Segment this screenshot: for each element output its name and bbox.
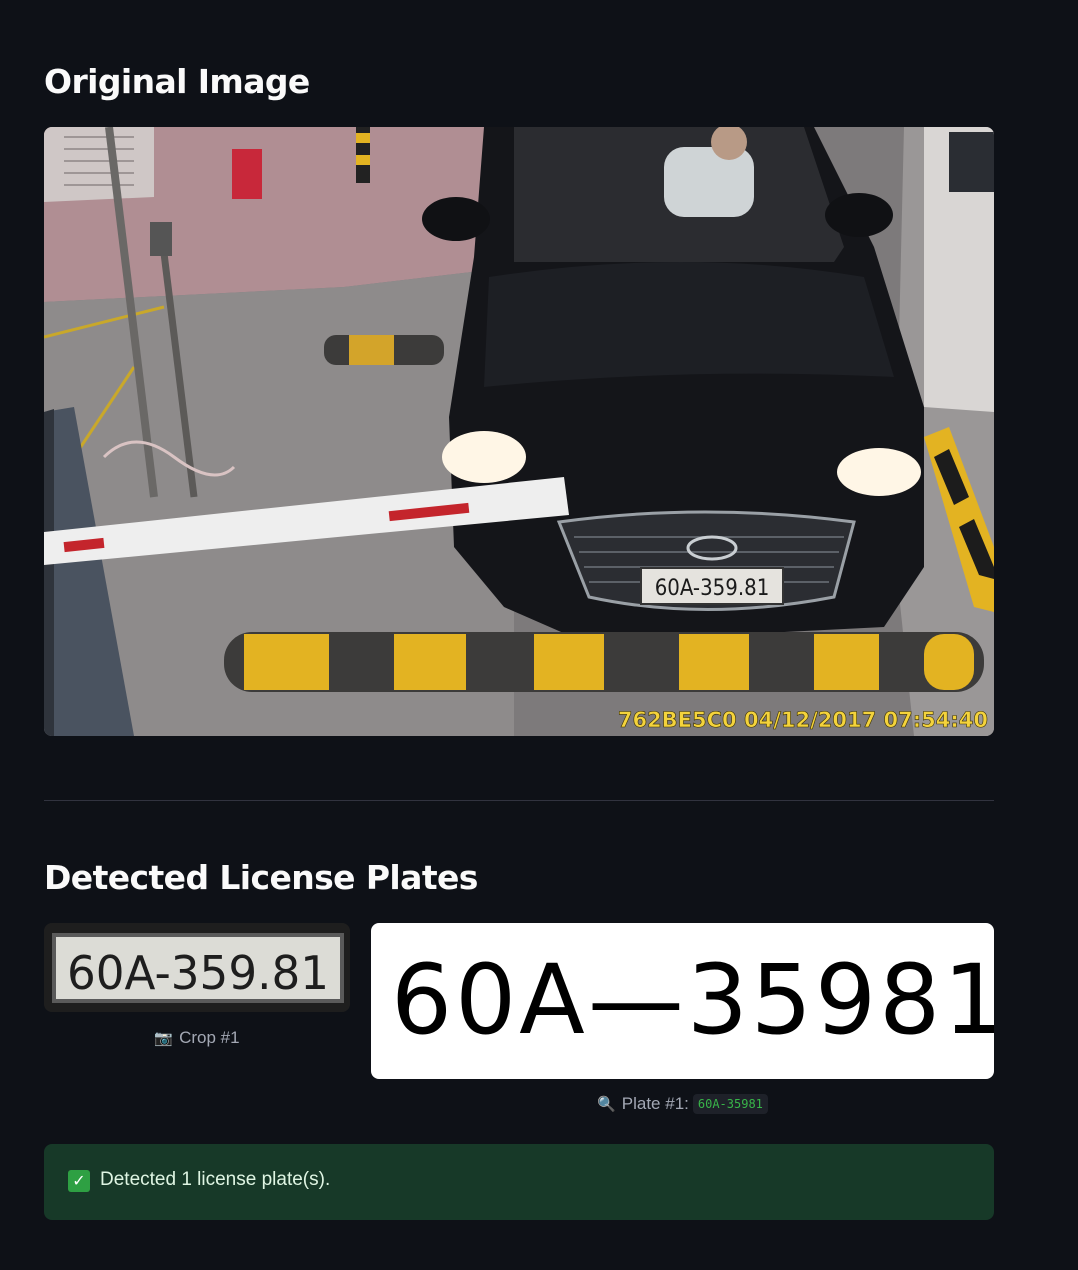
app-main: Original Image 60A-359.81 762BE5C0 04/12… <box>0 0 1078 1270</box>
plate-caption-label: Plate #1: <box>621 1094 689 1113</box>
rendered-plate-text: 60A—35981 <box>391 944 994 1056</box>
crop-caption-label: Crop #1 <box>179 1028 240 1047</box>
camera-icon: 📷 <box>154 1030 174 1047</box>
magnifier-icon: 🔍 <box>597 1096 616 1113</box>
checkmark-icon: ✓ <box>68 1170 90 1192</box>
plate-code: 60A-35981 <box>692 1094 768 1114</box>
original-image-heading: Original Image <box>44 62 310 101</box>
success-alert: ✓ Detected 1 license plate(s). <box>44 1144 994 1220</box>
plate-caption: 🔍 Plate #1: 60A-35981 <box>371 1094 994 1114</box>
crop-caption: 📷 Crop #1 <box>44 1028 350 1048</box>
plate-crop-image: 60A-359.81 <box>44 923 350 1012</box>
crop-plate-text: 60A-359.81 <box>67 946 329 1000</box>
car-plate-text: 60A-359.81 <box>655 576 770 601</box>
plate-render-image: 60A—35981 <box>371 923 994 1079</box>
detected-plates-heading: Detected License Plates <box>44 858 478 897</box>
section-divider <box>44 800 994 801</box>
original-image: 60A-359.81 762BE5C0 04/12/2017 07:54:40 <box>44 127 994 736</box>
camera-timestamp-overlay: 762BE5C0 04/12/2017 07:54:40 <box>618 708 988 732</box>
success-alert-text: Detected 1 license plate(s). <box>100 1169 331 1190</box>
